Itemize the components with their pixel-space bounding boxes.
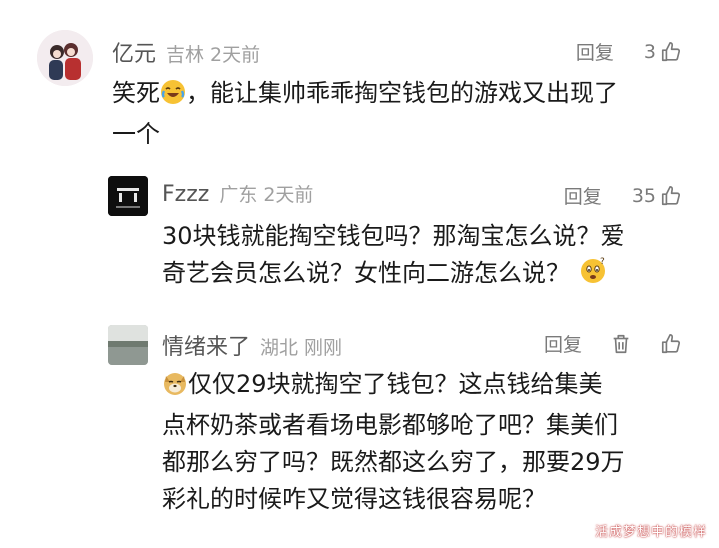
location: 湖北 (260, 337, 299, 359)
avatar[interactable] (37, 30, 93, 86)
location: 广东 (219, 184, 258, 206)
avatar[interactable] (108, 325, 148, 365)
doge-emoji (162, 370, 188, 407)
like-count: 35 (631, 184, 656, 207)
comment-text: 仅仅29块就掏空了钱包？这点钱给集美 (188, 370, 603, 398)
reply-button[interactable]: 回复 (576, 38, 614, 65)
thumbs-up-icon[interactable] (660, 41, 682, 63)
comment-text-line: 奇艺会员怎么说？女性向二游怎么说？ (162, 259, 570, 287)
location: 吉林 (166, 44, 205, 66)
reply-button[interactable]: 回复 (544, 330, 582, 357)
comment-text-line: 一个 (112, 120, 160, 148)
timestamp: 2天前 (263, 184, 314, 206)
comment-text-line: 都那么穷了吗？既然都这么穷了，那要29万 (162, 448, 625, 476)
avatar[interactable] (108, 176, 148, 216)
confused-emoji: ? (578, 255, 608, 296)
like-count: 3 (643, 40, 656, 63)
timestamp: 2天前 (210, 44, 261, 66)
avatar-illustration (37, 30, 93, 86)
svg-text:?: ? (600, 257, 605, 267)
username[interactable]: 亿元 (112, 36, 156, 68)
thumbs-up-icon[interactable] (660, 333, 682, 355)
watermark: 活成梦想中的模样 (594, 525, 707, 540)
comment-text-continued: ，能让集帅乖乖掏空钱包的游戏又出现了 (186, 79, 618, 107)
reply-button[interactable]: 回复 (564, 182, 602, 209)
comment-text: 30块钱就能掏空钱包吗？那淘宝怎么说？爱 (162, 222, 625, 250)
comment-text: 笑死 (112, 79, 160, 107)
trash-icon[interactable] (610, 333, 632, 355)
laughing-crying-emoji (160, 79, 186, 116)
timestamp: 刚刚 (304, 337, 343, 359)
avatar-illustration (108, 176, 148, 216)
thumbs-up-icon[interactable] (660, 185, 682, 207)
comment-text-line: 点杯奶茶或者看场电影都够呛了吧？集美们 (162, 411, 618, 439)
username[interactable]: Fzzz (162, 182, 209, 207)
avatar-illustration (108, 325, 148, 365)
username[interactable]: 情绪来了 (162, 329, 250, 361)
comment-text-line: 彩礼的时候咋又觉得这钱很容易呢？ (162, 485, 546, 513)
